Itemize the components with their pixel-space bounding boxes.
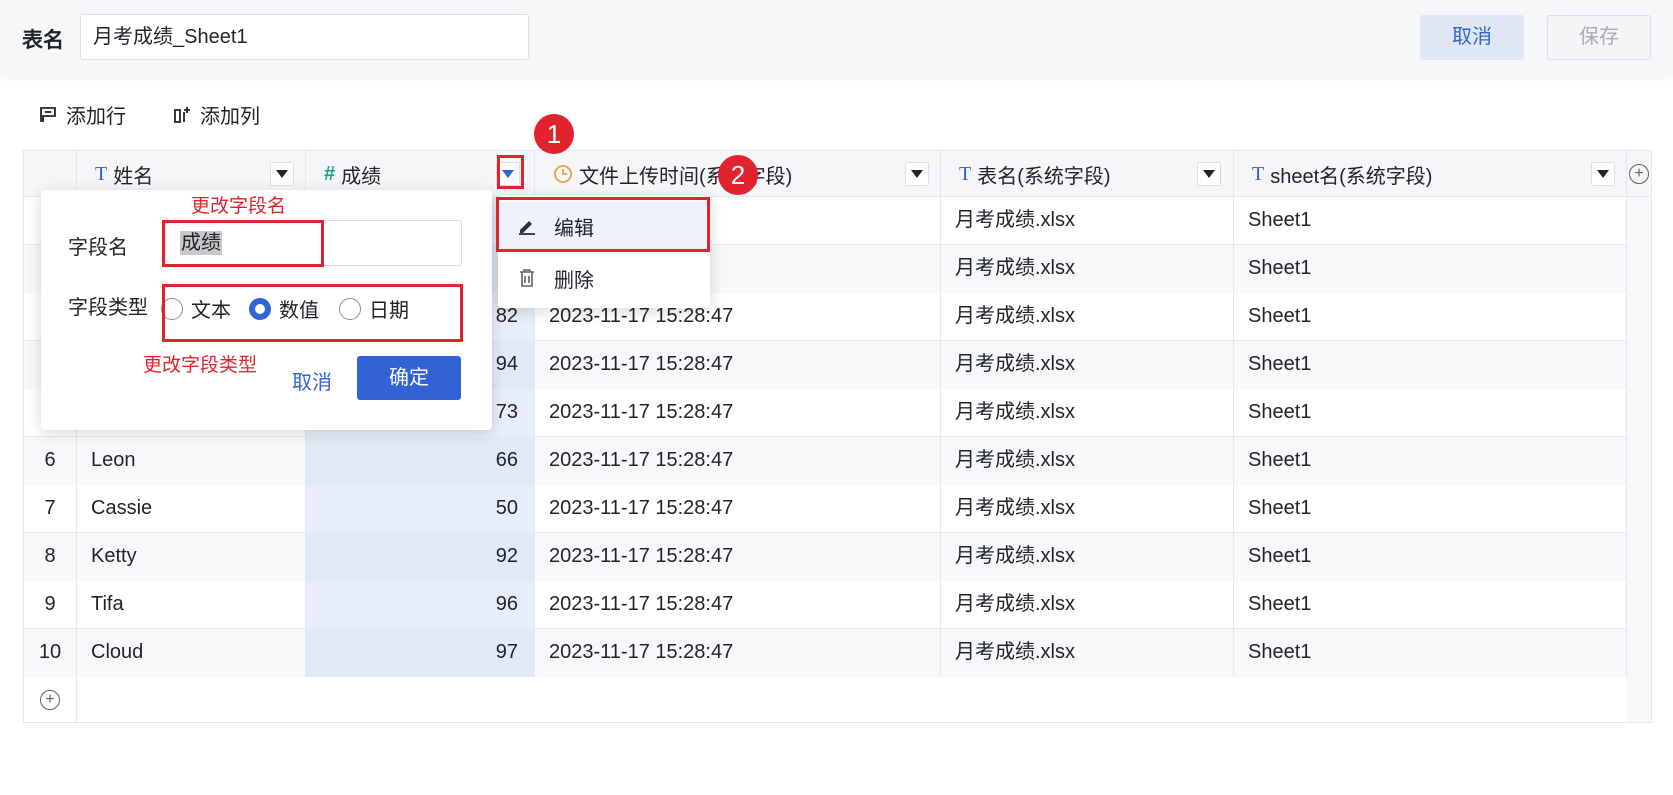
score-cell[interactable]: 96 [306, 581, 535, 629]
table-name-cell[interactable]: 月考成绩.xlsx [941, 629, 1234, 677]
upload-time-cell[interactable]: 2023-11-17 15:28:47 [535, 629, 941, 677]
table-name-cell[interactable]: 月考成绩.xlsx [941, 389, 1234, 437]
text-type-icon: T [1252, 162, 1265, 185]
score-cell[interactable]: 92 [306, 533, 535, 581]
add-row-label: 添加行 [66, 106, 126, 128]
table-name-cell[interactable]: 月考成绩.xlsx [941, 485, 1234, 533]
annotation-note-rename: 更改字段名 [191, 196, 287, 217]
table-name-label: 表名 [22, 29, 64, 52]
row-index-cell[interactable]: 6 [24, 437, 77, 485]
column-label: 成绩 [341, 165, 382, 188]
menu-item-label: 删除 [554, 269, 594, 292]
text-type-icon: T [959, 162, 972, 185]
upload-time-cell[interactable]: 2023-11-17 15:28:47 [535, 389, 941, 437]
table-row[interactable]: 8 Ketty 92 2023-11-17 15:28:47 月考成绩.xlsx Shee… [24, 533, 1627, 581]
name-cell[interactable]: Tifa [77, 581, 306, 629]
column-dropdown-button[interactable] [1197, 162, 1221, 186]
plus-circle-icon: + [40, 689, 60, 710]
table-row[interactable]: 6 Leon 66 2023-11-17 15:28:47 月考成绩.xlsx Sheet… [24, 437, 1627, 485]
column-label: 表名(系统字段) [977, 165, 1111, 188]
column-header-sheet-name[interactable]: T sheet名(系统字段) [1234, 151, 1627, 197]
annotation-box-field-name [162, 220, 324, 267]
add-row-inline-button[interactable]: + [24, 677, 77, 722]
column-dropdown-button[interactable] [270, 162, 294, 186]
save-button[interactable]: 保存 [1547, 15, 1651, 60]
column-dropdown-button[interactable] [905, 162, 929, 186]
row-index-cell[interactable]: 10 [24, 629, 77, 677]
add-column-gutter [1627, 197, 1651, 722]
column-label: 文件上传时间(系统字段) [579, 165, 793, 188]
cancel-button[interactable]: 取消 [1420, 15, 1524, 60]
sheet-name-cell[interactable]: Sheet1 [1234, 389, 1627, 437]
column-label: sheet名(系统字段) [1270, 165, 1433, 188]
table-name-cell[interactable]: 月考成绩.xlsx [941, 437, 1234, 485]
name-cell[interactable]: Leon [77, 437, 306, 485]
panel-cancel-button[interactable]: 取消 [292, 366, 332, 395]
sheet-name-cell[interactable]: Sheet1 [1234, 629, 1627, 677]
table-row[interactable]: 7 Cassie 50 2023-11-17 15:28:47 月考成绩.xlsx She… [24, 485, 1627, 533]
field-type-label: 字段类型 [68, 297, 148, 319]
upload-time-cell[interactable]: 2023-11-17 15:28:47 [535, 485, 941, 533]
clock-icon [554, 165, 572, 183]
sheet-name-cell[interactable]: Sheet1 [1234, 581, 1627, 629]
plus-circle-icon: + [1629, 164, 1649, 184]
add-column-icon [174, 106, 190, 123]
trash-icon [520, 269, 534, 287]
row-index-cell[interactable]: 9 [24, 581, 77, 629]
sheet-name-cell[interactable]: Sheet1 [1234, 533, 1627, 581]
table-name-cell[interactable]: 月考成绩.xlsx [941, 197, 1234, 245]
column-dropdown-button[interactable] [1591, 162, 1615, 186]
menu-item-delete[interactable]: 删除 [498, 254, 710, 302]
table-name-cell[interactable]: 月考成绩.xlsx [941, 533, 1234, 581]
column-label: 姓名 [113, 165, 154, 188]
name-cell[interactable]: Ketty [77, 533, 306, 581]
name-cell[interactable]: Cloud [77, 629, 306, 677]
sheet-name-cell[interactable]: Sheet1 [1234, 341, 1627, 389]
row-index-cell[interactable]: 7 [24, 485, 77, 533]
step-badge-2: 2 [718, 155, 758, 195]
table-name-cell[interactable]: 月考成绩.xlsx [941, 245, 1234, 293]
add-row-icon [40, 106, 56, 122]
text-type-icon: T [95, 162, 108, 185]
table-name-input[interactable]: 月考成绩_Sheet1 [80, 14, 529, 60]
table-name-cell[interactable]: 月考成绩.xlsx [941, 341, 1234, 389]
table-name-cell[interactable]: 月考成绩.xlsx [941, 293, 1234, 341]
score-cell[interactable]: 66 [306, 437, 535, 485]
column-header-table-name[interactable]: T 表名(系统字段) [941, 151, 1234, 197]
score-cell[interactable]: 97 [306, 629, 535, 677]
annotation-box-dropdown [497, 155, 524, 189]
table-row[interactable]: 10 Cloud 97 2023-11-17 15:28:47 月考成绩.xlsx She… [24, 629, 1627, 677]
add-row-button[interactable]: 添加行 [38, 100, 126, 129]
add-column-header-button[interactable]: + [1627, 151, 1651, 197]
upload-time-cell[interactable]: 2023-11-17 15:28:47 [535, 581, 941, 629]
table-name-cell[interactable]: 月考成绩.xlsx [941, 581, 1234, 629]
add-column-label: 添加列 [200, 106, 260, 128]
top-bar: 表名 月考成绩_Sheet1 取消 保存 [0, 0, 1673, 76]
number-type-icon: # [324, 162, 336, 185]
step-badge-1: 1 [534, 114, 574, 154]
sheet-name-cell[interactable]: Sheet1 [1234, 197, 1627, 245]
row-index-cell[interactable]: 8 [24, 533, 77, 581]
annotation-box-field-type [162, 284, 463, 342]
add-column-button[interactable]: 添加列 [172, 100, 260, 129]
sheet-name-cell[interactable]: Sheet1 [1234, 485, 1627, 533]
upload-time-cell[interactable]: 2023-11-17 15:28:47 [535, 533, 941, 581]
upload-time-cell[interactable]: 2023-11-17 15:28:47 [535, 437, 941, 485]
score-cell[interactable]: 50 [306, 485, 535, 533]
table-row[interactable]: 9 Tifa 96 2023-11-17 15:28:47 月考成绩.xlsx Sheet… [24, 581, 1627, 629]
sheet-name-cell[interactable]: Sheet1 [1234, 245, 1627, 293]
sheet-name-cell[interactable]: Sheet1 [1234, 437, 1627, 485]
sheet-name-cell[interactable]: Sheet1 [1234, 293, 1627, 341]
annotation-note-retype: 更改字段类型 [143, 355, 258, 376]
annotation-box-edit [496, 197, 710, 252]
name-cell[interactable]: Cassie [77, 485, 306, 533]
field-name-label: 字段名 [68, 237, 128, 259]
upload-time-cell[interactable]: 2023-11-17 15:28:47 [535, 341, 941, 389]
panel-confirm-button[interactable]: 确定 [357, 356, 461, 400]
